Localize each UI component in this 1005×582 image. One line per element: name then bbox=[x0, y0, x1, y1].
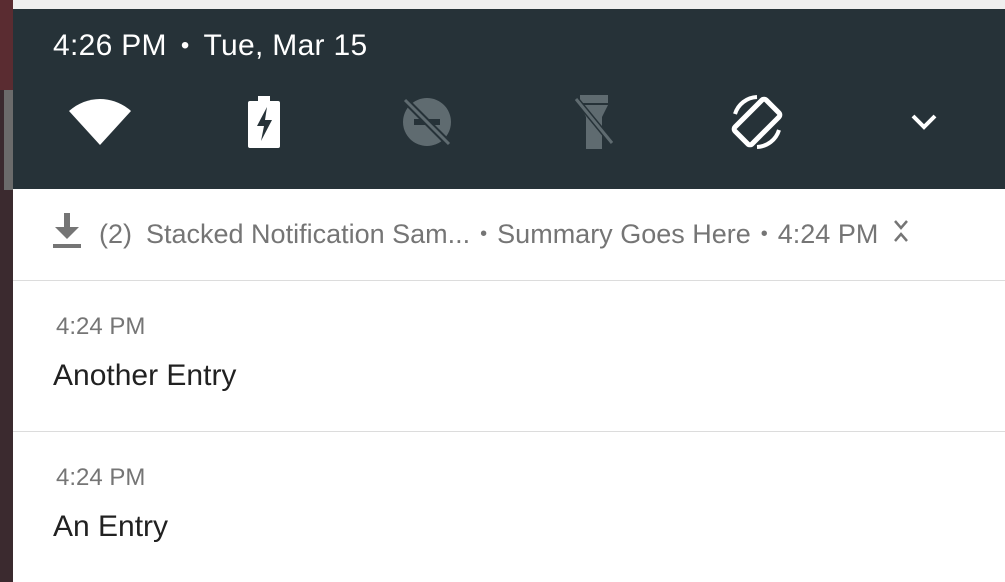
wifi-icon bbox=[69, 98, 131, 150]
group-summary: Summary Goes Here bbox=[497, 219, 751, 249]
notification-entry[interactable]: 4:24 PM Another Entry bbox=[13, 281, 1005, 432]
status-time: 4:26 PM bbox=[53, 29, 167, 62]
group-separator-1: • bbox=[480, 223, 488, 245]
group-header-row: (2) Stacked Notification Sam... • Summar… bbox=[53, 189, 975, 280]
qs-tile-flashlight[interactable] bbox=[549, 84, 639, 164]
entry-time: 4:24 PM bbox=[56, 313, 146, 340]
status-separator: • bbox=[180, 32, 190, 59]
notification-group-header[interactable]: (2) Stacked Notification Sam... • Summar… bbox=[13, 189, 1005, 281]
group-app-name: Stacked Notification Sam... bbox=[146, 219, 471, 249]
chevron-down-icon bbox=[910, 113, 938, 136]
qs-tile-dnd[interactable] bbox=[382, 84, 472, 164]
dnd-off-icon bbox=[401, 96, 453, 153]
entry-title: An Entry bbox=[53, 510, 169, 543]
qs-expand-button[interactable] bbox=[879, 84, 969, 164]
screen-rotation-icon bbox=[727, 92, 787, 157]
status-header: 4:26 PM • Tue, Mar 15 bbox=[53, 29, 367, 63]
quick-settings-row bbox=[13, 84, 1005, 164]
qs-tile-wifi[interactable] bbox=[55, 84, 145, 164]
scroll-indicator bbox=[4, 90, 13, 190]
qs-tile-battery[interactable] bbox=[219, 84, 309, 164]
top-edge bbox=[0, 0, 1005, 9]
notification-shade-screen: 4:26 PM • Tue, Mar 15 (2) Stacked Notifi… bbox=[0, 0, 1005, 582]
quick-settings-panel: 4:26 PM • Tue, Mar 15 bbox=[13, 9, 1005, 189]
wallpaper-strip bbox=[0, 0, 13, 90]
entry-time: 4:24 PM bbox=[56, 464, 146, 491]
group-count: (2) bbox=[99, 219, 132, 249]
entry-title: Another Entry bbox=[53, 359, 237, 392]
download-icon bbox=[53, 213, 81, 256]
status-date[interactable]: Tue, Mar 15 bbox=[204, 29, 368, 63]
group-time: 4:24 PM bbox=[777, 219, 879, 249]
notification-entry[interactable]: 4:24 PM An Entry bbox=[13, 432, 1005, 582]
qs-tile-rotate[interactable] bbox=[712, 84, 802, 164]
left-edge bbox=[0, 0, 13, 582]
collapse-icon[interactable] bbox=[892, 218, 910, 251]
group-separator-2: • bbox=[760, 223, 768, 245]
battery-charging-icon bbox=[247, 95, 281, 153]
flashlight-off-icon bbox=[573, 94, 615, 154]
